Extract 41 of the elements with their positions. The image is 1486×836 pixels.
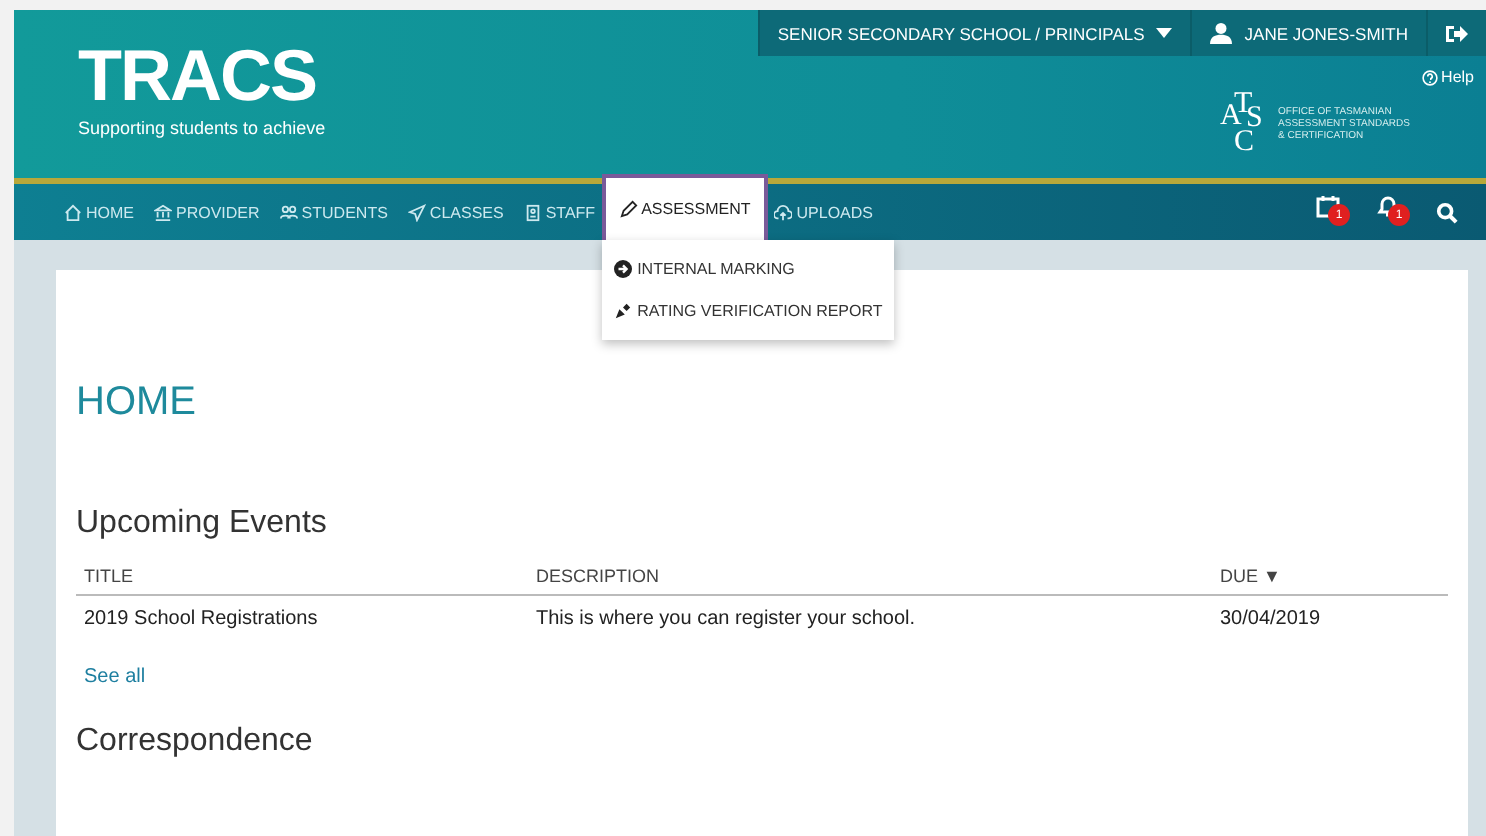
nav-tab[interactable]: ASSESSMENT xyxy=(605,178,765,240)
menu-item[interactable]: RATING VERIFICATION REPORT xyxy=(601,290,895,332)
atsc-logo: ATS C xyxy=(1220,90,1265,158)
section-heading: Correspondence xyxy=(76,724,315,760)
bell-icon xyxy=(1376,194,1400,218)
people-icon xyxy=(279,203,298,221)
question-icon xyxy=(1421,69,1438,85)
help-link[interactable]: Help xyxy=(1421,68,1474,86)
nav-tab[interactable]: STAFF xyxy=(513,184,606,240)
tagline: Supporting students to achieve xyxy=(78,118,326,138)
table-cell: 30/04/2019 xyxy=(1212,595,1448,642)
pencil-icon xyxy=(619,200,638,218)
stamp-icon xyxy=(613,302,632,320)
home-icon xyxy=(64,203,82,221)
caret-icon xyxy=(1156,28,1173,38)
context-dropdown[interactable]: SENIOR SECONDARY SCHOOL / PRINCIPALS xyxy=(757,10,1191,56)
user-icon xyxy=(1210,22,1233,44)
nav-tab[interactable]: PROVIDER xyxy=(144,184,270,240)
page-title: HOME xyxy=(76,380,198,426)
tracs-logo[interactable]: TRACS xyxy=(78,38,326,114)
user-menu[interactable]: JANE JONES-SMITH xyxy=(1190,10,1426,56)
see-all-link[interactable]: See all xyxy=(84,666,1440,688)
nav-tab[interactable]: CLASSES xyxy=(397,184,514,240)
column-header[interactable]: DUE ▼ xyxy=(1212,558,1448,595)
nav-tab[interactable]: UPLOADS xyxy=(764,184,883,240)
upload-icon xyxy=(774,203,793,221)
column-header[interactable]: DESCRIPTION xyxy=(528,558,1212,595)
search-icon xyxy=(1436,201,1458,223)
search-button[interactable] xyxy=(1436,201,1458,223)
logout-icon xyxy=(1446,23,1468,43)
bank-icon xyxy=(154,203,172,221)
arrow-circle-icon xyxy=(613,260,632,278)
table-cell: This is where you can register your school. xyxy=(528,595,1212,642)
nav-tab[interactable]: STUDENTS xyxy=(269,184,398,240)
column-header[interactable]: TITLE xyxy=(76,558,528,595)
badge-icon xyxy=(523,203,542,221)
table-cell: 2019 School Registrations xyxy=(76,595,528,642)
nav-tab[interactable]: HOME xyxy=(54,184,144,240)
calendar-icon xyxy=(1316,194,1340,218)
send-icon xyxy=(407,203,426,221)
section-heading: Upcoming Events xyxy=(76,506,329,542)
